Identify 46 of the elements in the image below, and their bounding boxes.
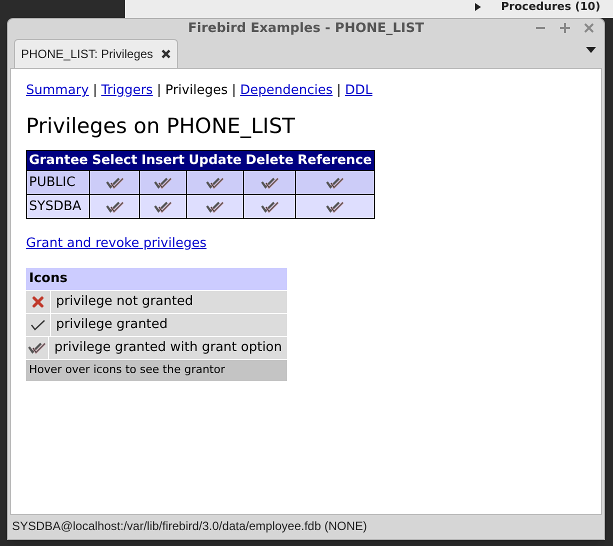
column-header: Insert — [139, 150, 187, 170]
legend-footer: Hover over icons to see the grantor — [26, 358, 287, 380]
page-heading: Privileges on PHONE_LIST — [26, 112, 296, 138]
current-page-label: Privileges — [165, 82, 228, 100]
tree-item[interactable]: Procedures (10) — [501, 0, 600, 14]
double-check-icon — [260, 200, 279, 212]
separator-text: | — [92, 82, 98, 100]
expander-icon — [475, 3, 481, 11]
column-header: Select — [90, 150, 140, 170]
double-check-icon — [154, 200, 172, 212]
maximize-button[interactable] — [560, 21, 570, 35]
status-text: SYSDBA@localhost:/var/lib/firebird/3.0/data/employee.fdb (NONE) — [12, 518, 368, 535]
double-check-icon — [326, 176, 344, 188]
column-header: Delete — [244, 150, 296, 170]
nav-link[interactable]: Triggers — [101, 81, 153, 100]
table-cell: SYSDBA — [26, 194, 90, 218]
close-button[interactable] — [584, 21, 594, 35]
nav-link[interactable]: Summary — [26, 81, 89, 100]
table-cell: PUBLIC — [26, 170, 90, 194]
dropdown-icon[interactable] — [586, 47, 596, 53]
legend-label: privilege not granted — [55, 292, 194, 311]
legend-title: Icons — [26, 268, 287, 290]
double-check-icon — [106, 200, 124, 212]
check-icon — [30, 318, 46, 330]
double-check-icon — [206, 200, 224, 212]
nav-link[interactable]: Dependencies — [240, 81, 333, 100]
legend-label: privilege granted with grant option — [53, 338, 283, 357]
separator-text: | — [232, 82, 236, 100]
column-header: Update — [186, 150, 244, 170]
separator-text: | — [156, 82, 162, 100]
double-check-icon — [206, 176, 224, 188]
double-check-icon — [326, 200, 344, 212]
close-icon[interactable] — [161, 49, 172, 59]
double-check-icon — [106, 176, 124, 188]
column-header: Reference — [296, 150, 374, 170]
double-check-icon — [28, 342, 46, 354]
grant-link[interactable]: Grant and revoke privileges — [26, 234, 206, 254]
cross-icon — [32, 296, 44, 308]
separator-text: | — [336, 82, 342, 100]
double-check-icon — [260, 176, 279, 188]
column-header: Grantee — [26, 150, 90, 170]
window-title: Firebird Examples - PHONE_LIST — [188, 20, 424, 38]
legend-label: privilege granted — [55, 316, 169, 334]
double-check-icon — [154, 176, 172, 188]
tab[interactable]: PHONE_LIST: Privileges — [14, 39, 178, 68]
nav-link[interactable]: DDL — [345, 81, 372, 100]
